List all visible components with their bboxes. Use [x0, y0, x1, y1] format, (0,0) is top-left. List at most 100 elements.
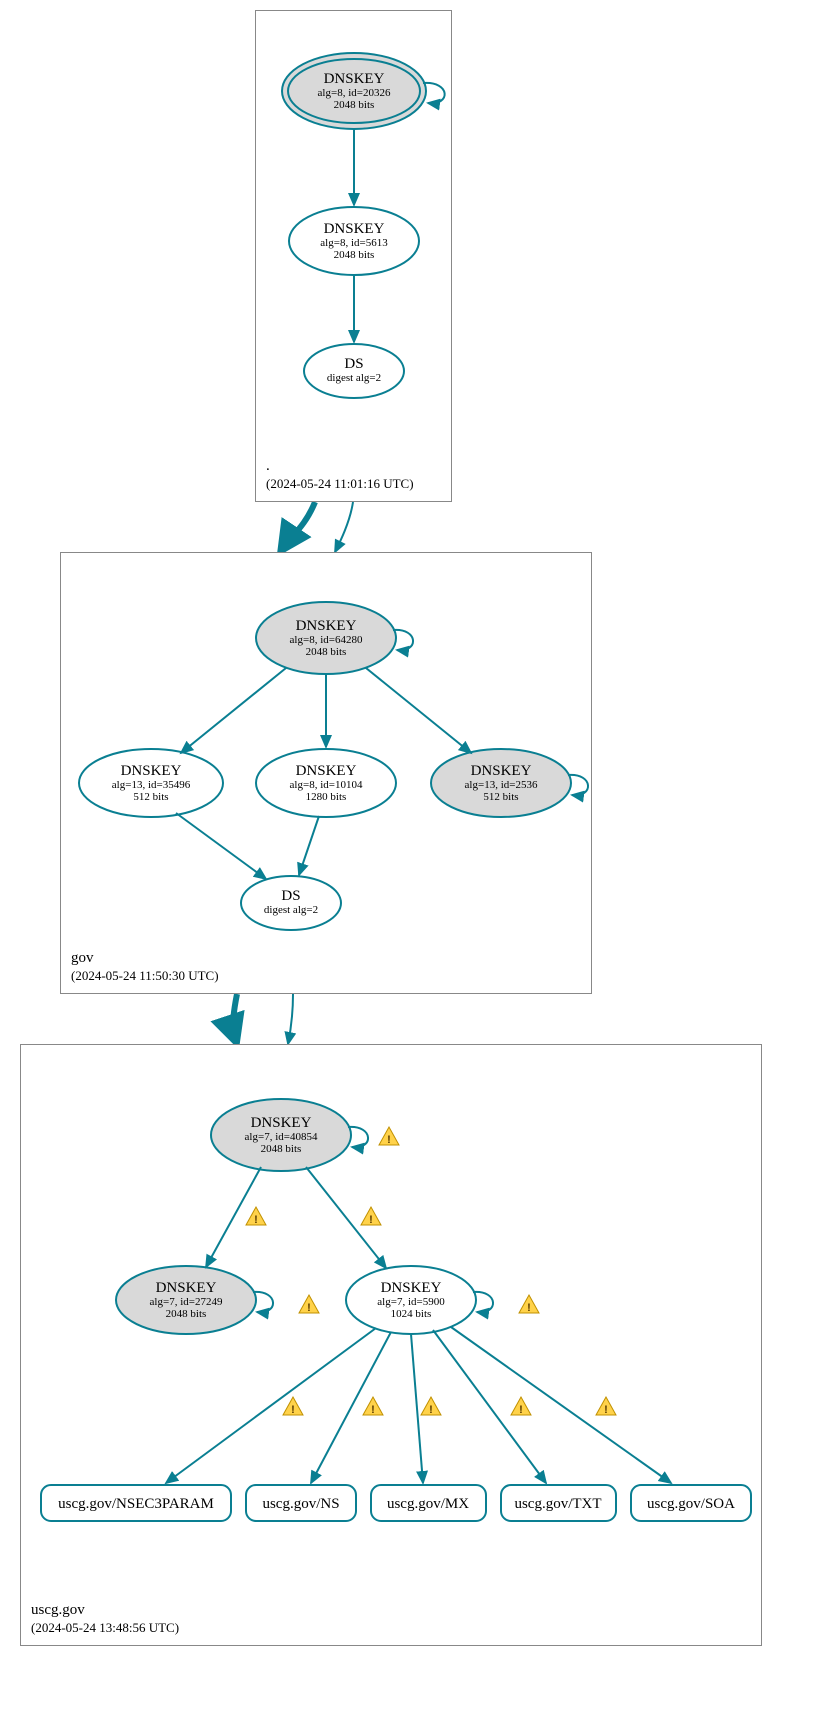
zone-timestamp: (2024-05-24 13:48:56 UTC) [31, 1620, 179, 1637]
zone-box-uscg: DNSKEY alg=7, id=40854 2048 bits ! DNSKE… [20, 1044, 762, 1646]
node-line1: alg=8, id=20326 [318, 87, 391, 99]
warning-icon: ! [299, 1295, 319, 1314]
svg-text:!: ! [387, 1134, 391, 1146]
edge-gov-ksk-to-k1 [181, 668, 286, 753]
warning-icon: ! [379, 1127, 399, 1146]
warning-icon: ! [596, 1397, 616, 1416]
node-gov-key3: DNSKEY alg=13, id=2536 512 bits [431, 749, 571, 817]
edge-thick-gov-to-uscg [233, 994, 237, 1044]
rr-label: uscg.gov/NS [262, 1496, 339, 1512]
svg-text:!: ! [307, 1302, 311, 1314]
warning-icon: ! [283, 1397, 303, 1416]
zone-box-root: DNSKEY alg=8, id=20326 2048 bits DNSKEY … [255, 10, 452, 502]
node-line2: 2048 bits [261, 1143, 302, 1155]
warning-icon: ! [511, 1397, 531, 1416]
rr-label: uscg.gov/MX [387, 1496, 469, 1512]
node-line1: digest alg=2 [327, 372, 381, 384]
node-root-ksk: DNSKEY alg=8, id=20326 2048 bits [282, 53, 426, 129]
zone-timestamp: (2024-05-24 11:50:30 UTC) [71, 968, 219, 985]
node-line2: 512 bits [483, 791, 518, 803]
node-line1: alg=13, id=2536 [465, 779, 538, 791]
interzone-gov-to-uscg [10, 994, 827, 1044]
edge-root-ds-to-gov [335, 502, 353, 552]
interzone-root-to-gov [10, 502, 827, 552]
node-line2: 1280 bits [306, 791, 347, 803]
node-line2: 1024 bits [391, 1308, 432, 1320]
node-title: DNSKEY [121, 763, 182, 779]
node-line1: alg=7, id=40854 [245, 1131, 318, 1143]
node-gov-key1: DNSKEY alg=13, id=35496 512 bits [79, 749, 223, 817]
zone-label-gov: gov (2024-05-24 11:50:30 UTC) [71, 949, 219, 985]
zone-box-gov: DNSKEY alg=8, id=64280 2048 bits DNSKEY … [60, 552, 592, 994]
zone-name: . [266, 457, 414, 477]
zone-root-svg: DNSKEY alg=8, id=20326 2048 bits DNSKEY … [256, 11, 451, 451]
rrset-ns: uscg.gov/NS [246, 1485, 356, 1521]
node-line2: 2048 bits [166, 1308, 207, 1320]
zone-label-uscg: uscg.gov (2024-05-24 13:48:56 UTC) [31, 1601, 179, 1637]
zone-name: uscg.gov [31, 1601, 179, 1621]
rrset-txt: uscg.gov/TXT [501, 1485, 616, 1521]
rr-label: uscg.gov/SOA [647, 1496, 735, 1512]
svg-text:!: ! [291, 1404, 295, 1416]
node-title: DNSKEY [324, 71, 385, 87]
node-uscg-ksk: DNSKEY alg=7, id=40854 2048 bits [211, 1099, 351, 1171]
node-gov-ds: DS digest alg=2 [241, 876, 341, 930]
node-title: DNSKEY [251, 1115, 312, 1131]
warning-icon: ! [363, 1397, 383, 1416]
node-line1: alg=7, id=27249 [150, 1296, 223, 1308]
node-title: DNSKEY [156, 1280, 217, 1296]
node-uscg-key2: DNSKEY alg=7, id=5900 1024 bits [346, 1266, 476, 1334]
zone-gov-svg: DNSKEY alg=8, id=64280 2048 bits DNSKEY … [61, 553, 591, 953]
node-line1: alg=8, id=10104 [290, 779, 363, 791]
node-gov-key2: DNSKEY alg=8, id=10104 1280 bits [256, 749, 396, 817]
node-gov-ksk: DNSKEY alg=8, id=64280 2048 bits [256, 602, 396, 674]
node-title: DS [344, 356, 363, 372]
rrset-soa: uscg.gov/SOA [631, 1485, 751, 1521]
node-line1: alg=8, id=5613 [320, 237, 388, 249]
zone-label-root: . (2024-05-24 11:01:16 UTC) [266, 457, 414, 493]
node-title: DS [281, 888, 300, 904]
edge-thick-root-to-gov [280, 502, 315, 552]
svg-text:!: ! [371, 1404, 375, 1416]
rr-label: uscg.gov/TXT [514, 1496, 601, 1512]
warning-icon: ! [519, 1295, 539, 1314]
node-root-zsk: DNSKEY alg=8, id=5613 2048 bits [289, 207, 419, 275]
edge-gov-k1-to-ds [176, 813, 266, 879]
edge-gov-ksk-to-k3 [366, 668, 471, 753]
node-title: DNSKEY [296, 763, 357, 779]
edge-k2-to-rr3 [411, 1334, 423, 1483]
node-title: DNSKEY [471, 763, 532, 779]
svg-text:!: ! [369, 1214, 373, 1226]
node-line2: 2048 bits [334, 249, 375, 261]
node-line1: alg=7, id=5900 [377, 1296, 445, 1308]
zone-uscg-svg: DNSKEY alg=7, id=40854 2048 bits ! DNSKE… [21, 1045, 761, 1595]
rr-label: uscg.gov/NSEC3PARAM [58, 1496, 214, 1512]
edge-k2-to-rr5 [451, 1327, 671, 1483]
edge-gov-k2-to-ds [299, 816, 319, 875]
node-root-ds: DS digest alg=2 [304, 344, 404, 398]
warning-icon: ! [246, 1207, 266, 1226]
warning-icon: ! [421, 1397, 441, 1416]
node-line1: alg=13, id=35496 [112, 779, 191, 791]
zone-timestamp: (2024-05-24 11:01:16 UTC) [266, 476, 414, 493]
node-title: DNSKEY [324, 221, 385, 237]
svg-text:!: ! [519, 1404, 523, 1416]
edge-gov-ds-to-uscg [288, 994, 293, 1044]
svg-text:!: ! [254, 1214, 258, 1226]
svg-text:!: ! [429, 1404, 433, 1416]
warning-icon: ! [361, 1207, 381, 1226]
node-uscg-key1: DNSKEY alg=7, id=27249 2048 bits [116, 1266, 256, 1334]
node-line2: 2048 bits [334, 99, 375, 111]
node-title: DNSKEY [296, 618, 357, 634]
node-line2: 512 bits [133, 791, 168, 803]
svg-text:!: ! [604, 1404, 608, 1416]
node-title: DNSKEY [381, 1280, 442, 1296]
rrset-mx: uscg.gov/MX [371, 1485, 486, 1521]
node-line1: alg=8, id=64280 [290, 634, 363, 646]
svg-text:!: ! [527, 1302, 531, 1314]
rrset-nsec3param: uscg.gov/NSEC3PARAM [41, 1485, 231, 1521]
edge-k2-to-rr4 [433, 1330, 546, 1483]
node-line2: 2048 bits [306, 646, 347, 658]
zone-name: gov [71, 949, 219, 969]
edge-k2-to-rr1 [166, 1328, 376, 1483]
